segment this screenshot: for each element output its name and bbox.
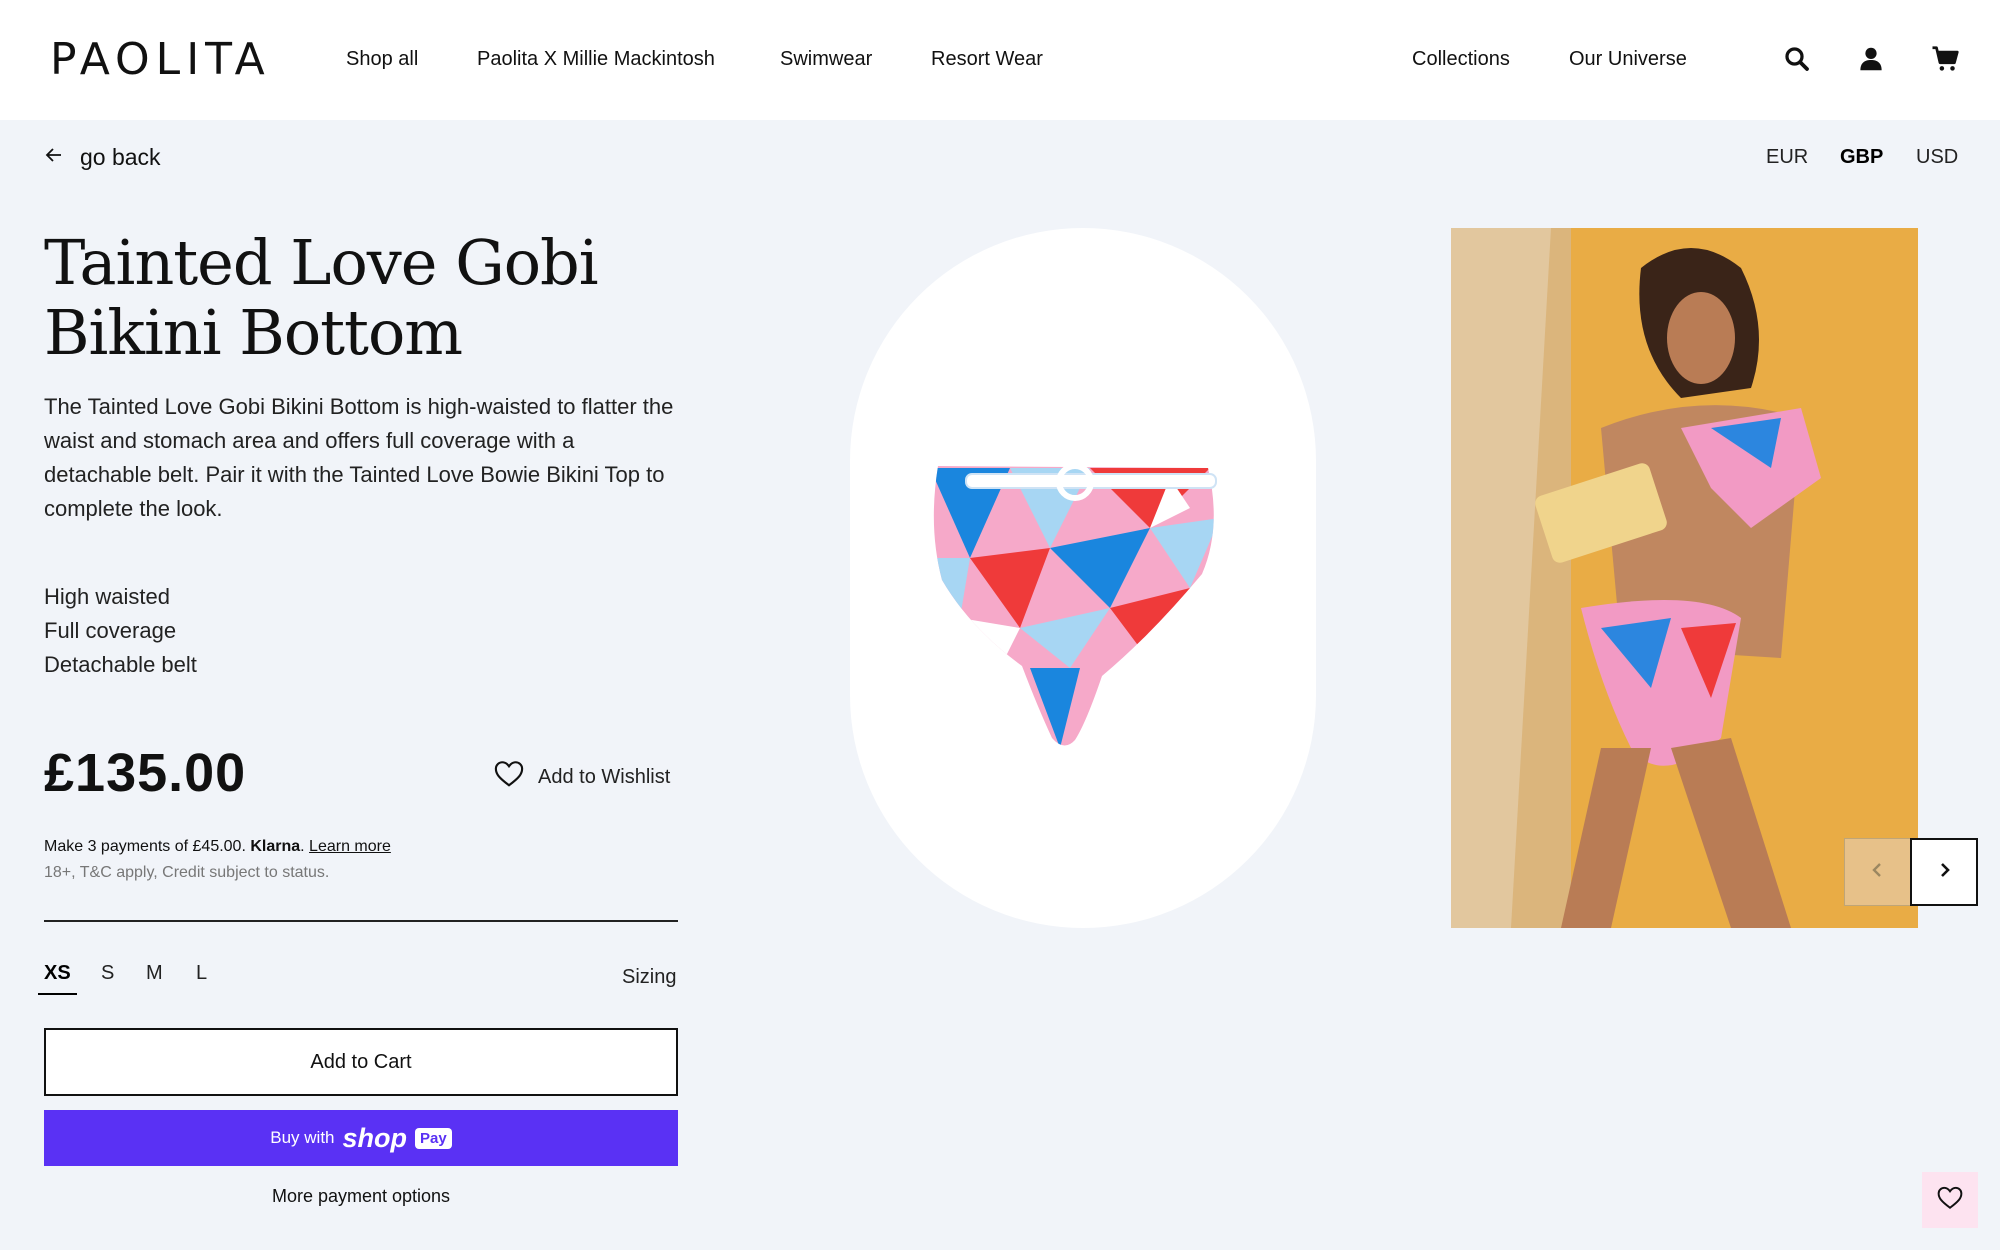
add-to-wishlist-label: Add to Wishlist [538, 765, 671, 788]
user-icon[interactable] [1856, 44, 1886, 74]
klarna-message: Make 3 payments of £45.00. Klarna. Learn… [44, 838, 391, 855]
next-image-button[interactable] [1910, 838, 1978, 906]
product-title-line2: Bikini Bottom [44, 296, 463, 369]
more-payment-options-link[interactable]: More payment options [44, 1186, 678, 1207]
size-option-xs[interactable]: XS [38, 962, 77, 995]
shop-pay-badge: Pay [415, 1127, 452, 1149]
bikini-bottom-image [933, 463, 1217, 746]
shop-pay-button[interactable]: Buy with shop Pay [44, 1110, 678, 1166]
add-to-wishlist-button[interactable]: Add to Wishlist [494, 760, 670, 794]
product-title: Tainted Love Gobi Bikini Bottom [44, 228, 664, 368]
cart-icon[interactable] [1930, 44, 1960, 74]
model-photo-illustration [1451, 228, 1918, 928]
heart-icon [494, 760, 524, 794]
chevron-right-icon [1934, 860, 1954, 885]
site-header: PAOLITA Shop all Paolita X Millie Mackin… [0, 0, 2000, 120]
size-option-m[interactable]: M [146, 962, 163, 985]
feature-item: Full coverage [44, 618, 177, 643]
nav-resort-wear[interactable]: Resort Wear [931, 48, 1043, 71]
shop-pay-logo: shop [342, 1122, 408, 1153]
search-icon[interactable] [1782, 44, 1812, 74]
klarna-learn-more-link[interactable]: Learn more [309, 838, 391, 855]
nav-paolita-x-millie[interactable]: Paolita X Millie Mackintosh [477, 48, 715, 71]
go-back-label: go back [80, 143, 161, 170]
product-description: The Tainted Love Gobi Bikini Bottom is h… [44, 394, 674, 521]
sizing-guide-link[interactable]: Sizing [622, 966, 676, 989]
product-image-frame [850, 228, 1316, 928]
previous-image-button[interactable] [1844, 838, 1912, 906]
model-photo [1451, 228, 1918, 928]
feature-list: High waisted Full coverage Detachable be… [44, 580, 197, 682]
heart-icon [1937, 1186, 1963, 1215]
klarna-logo: Klarna [250, 838, 301, 855]
klarna-installments: Make 3 payments of £45.00. [44, 838, 246, 855]
chevron-left-icon [1868, 860, 1888, 885]
feature-item: Detachable belt [44, 652, 197, 677]
product-title-line1: Tainted Love Gobi [44, 226, 599, 299]
add-to-cart-button[interactable]: Add to Cart [44, 1028, 678, 1096]
feature-item: High waisted [44, 584, 170, 609]
nav-our-universe[interactable]: Our Universe [1569, 48, 1687, 71]
divider [44, 920, 678, 922]
nav-shop-all[interactable]: Shop all [346, 48, 418, 71]
arrow-left-icon [44, 144, 64, 171]
floating-wishlist-button[interactable] [1922, 1172, 1978, 1228]
shop-pay-prefix: Buy with [270, 1128, 335, 1147]
go-back-link[interactable]: go back [44, 142, 161, 172]
nav-collections[interactable]: Collections [1412, 48, 1510, 71]
klarna-terms: 18+, T&C apply, Credit subject to status… [44, 864, 330, 881]
size-option-l[interactable]: L [196, 962, 207, 985]
currency-eur[interactable]: EUR [1766, 146, 1808, 169]
currency-usd[interactable]: USD [1916, 146, 1958, 169]
product-price: £135.00 [44, 743, 247, 803]
brand-logo[interactable]: PAOLITA [50, 34, 271, 85]
size-option-s[interactable]: S [101, 962, 114, 985]
currency-gbp[interactable]: GBP [1840, 146, 1883, 169]
nav-swimwear[interactable]: Swimwear [780, 48, 872, 71]
